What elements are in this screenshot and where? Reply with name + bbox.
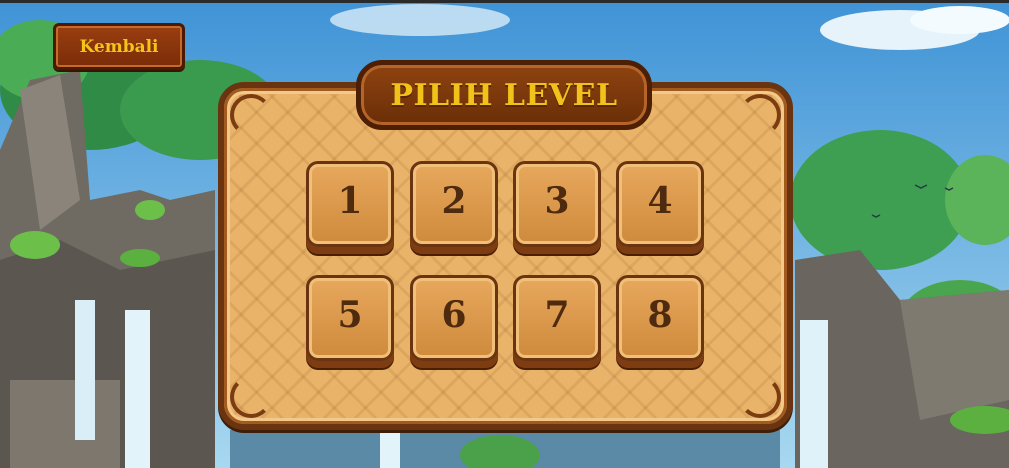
- level-number: 6: [441, 294, 467, 336]
- ornament-corner: [739, 94, 781, 136]
- level-button-2[interactable]: 2: [410, 161, 498, 247]
- level-button-3[interactable]: 3: [513, 161, 601, 247]
- title-banner: PILIH LEVEL: [356, 60, 652, 130]
- level-select-panel: [218, 82, 793, 430]
- level-button-6[interactable]: 6: [410, 275, 498, 361]
- level-button-7[interactable]: 7: [513, 275, 601, 361]
- level-number: 3: [544, 180, 570, 222]
- level-button-4[interactable]: 4: [616, 161, 704, 247]
- level-button-1[interactable]: 1: [306, 161, 394, 247]
- level-button-5[interactable]: 5: [306, 275, 394, 361]
- ornament-corner: [739, 376, 781, 418]
- back-button[interactable]: Kembali: [53, 23, 185, 70]
- page-title: PILIH LEVEL: [390, 77, 618, 113]
- ornament-corner: [230, 94, 272, 136]
- level-button-8[interactable]: 8: [616, 275, 704, 361]
- back-button-label: Kembali: [79, 36, 159, 57]
- ornament-corner: [230, 376, 272, 418]
- level-number: 8: [647, 294, 673, 336]
- level-number: 1: [337, 180, 363, 222]
- level-number: 5: [337, 294, 363, 336]
- level-number: 2: [441, 180, 467, 222]
- level-number: 4: [647, 180, 673, 222]
- level-number: 7: [544, 294, 570, 336]
